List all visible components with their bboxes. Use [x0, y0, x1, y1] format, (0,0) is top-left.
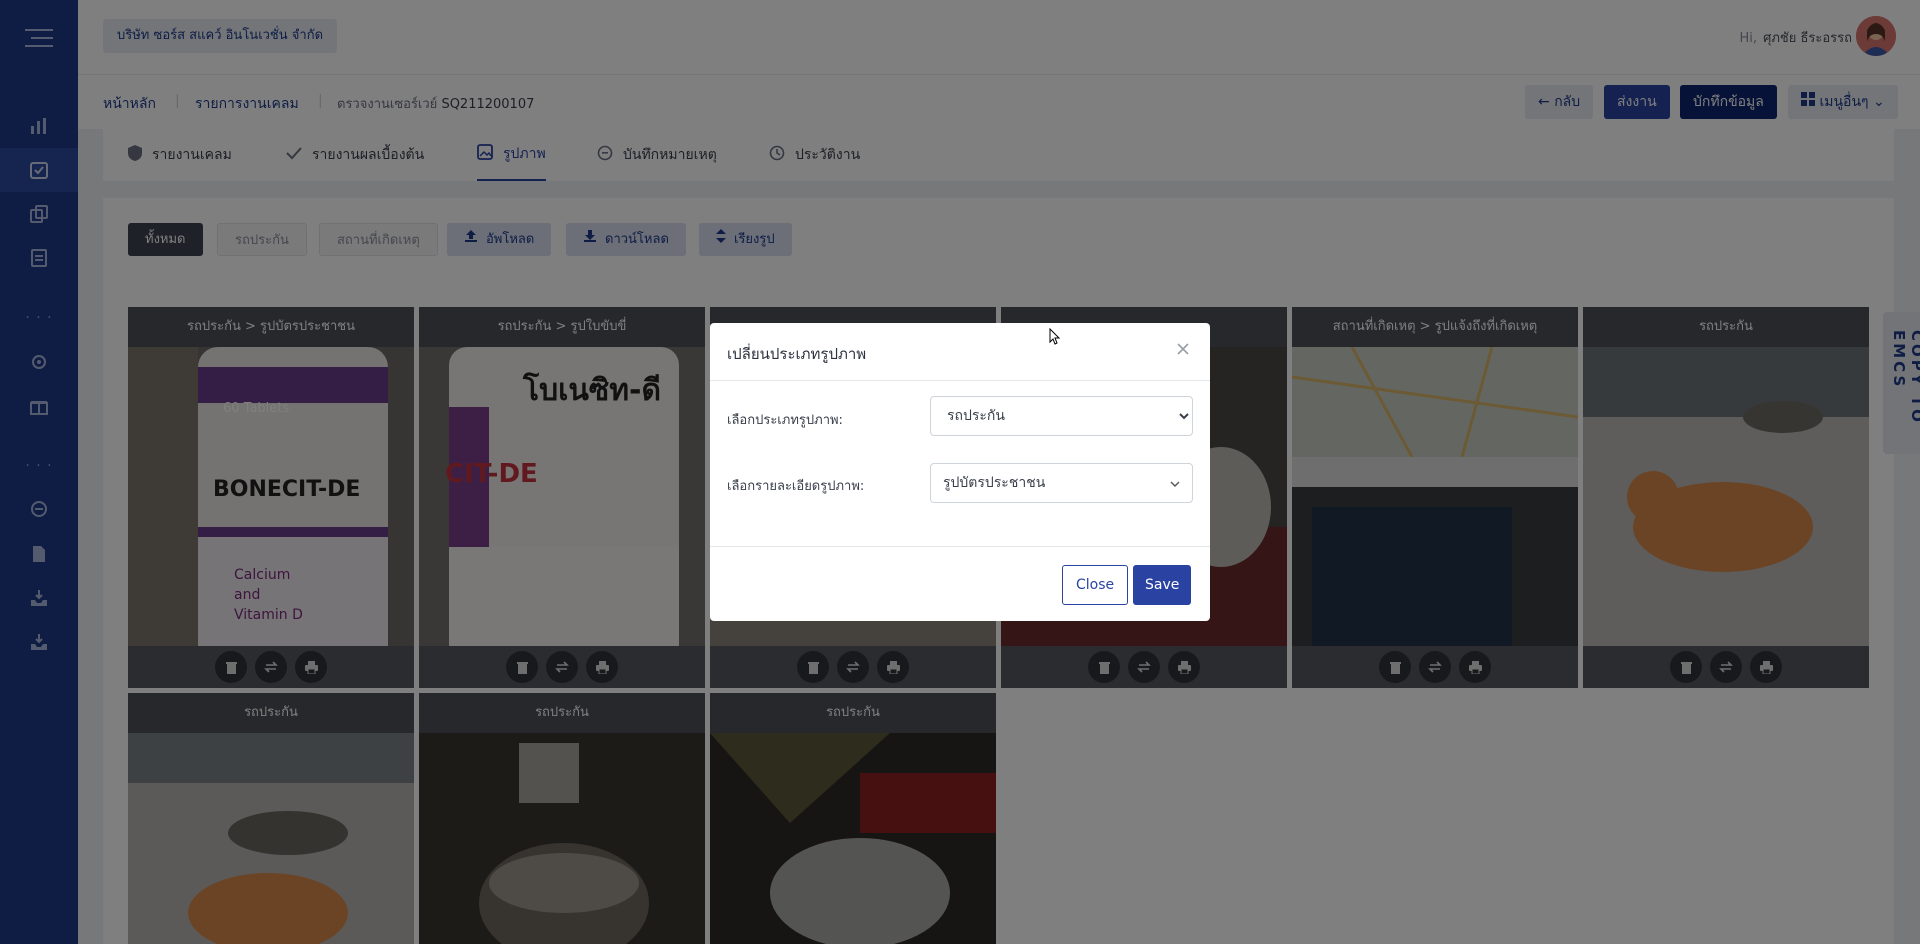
mouse-cursor-icon: [1049, 327, 1061, 350]
modal-footer-divider: [710, 546, 1210, 547]
save-button[interactable]: Save: [1133, 565, 1192, 605]
image-type-label: เลือกประเภทรูปภาพ:: [727, 413, 843, 428]
change-image-type-modal: เปลี่ยนประเภทรูปภาพ เลือกประเภทรูปภาพ: ร…: [710, 323, 1210, 621]
image-detail-select[interactable]: รูปบัตรประชาชน: [930, 463, 1193, 503]
close-button[interactable]: Close: [1062, 565, 1129, 605]
modal-header-divider: [710, 380, 1210, 381]
image-detail-label: เลือกรายละเอียดรูปภาพ:: [727, 479, 865, 494]
modal-title: เปลี่ยนประเภทรูปภาพ: [727, 345, 867, 363]
close-icon[interactable]: [1173, 339, 1193, 359]
chevron-down-icon: [1170, 475, 1180, 491]
image-detail-value: รูปบัตรประชาชน: [943, 475, 1046, 491]
image-type-select[interactable]: รถประกัน: [930, 396, 1193, 436]
